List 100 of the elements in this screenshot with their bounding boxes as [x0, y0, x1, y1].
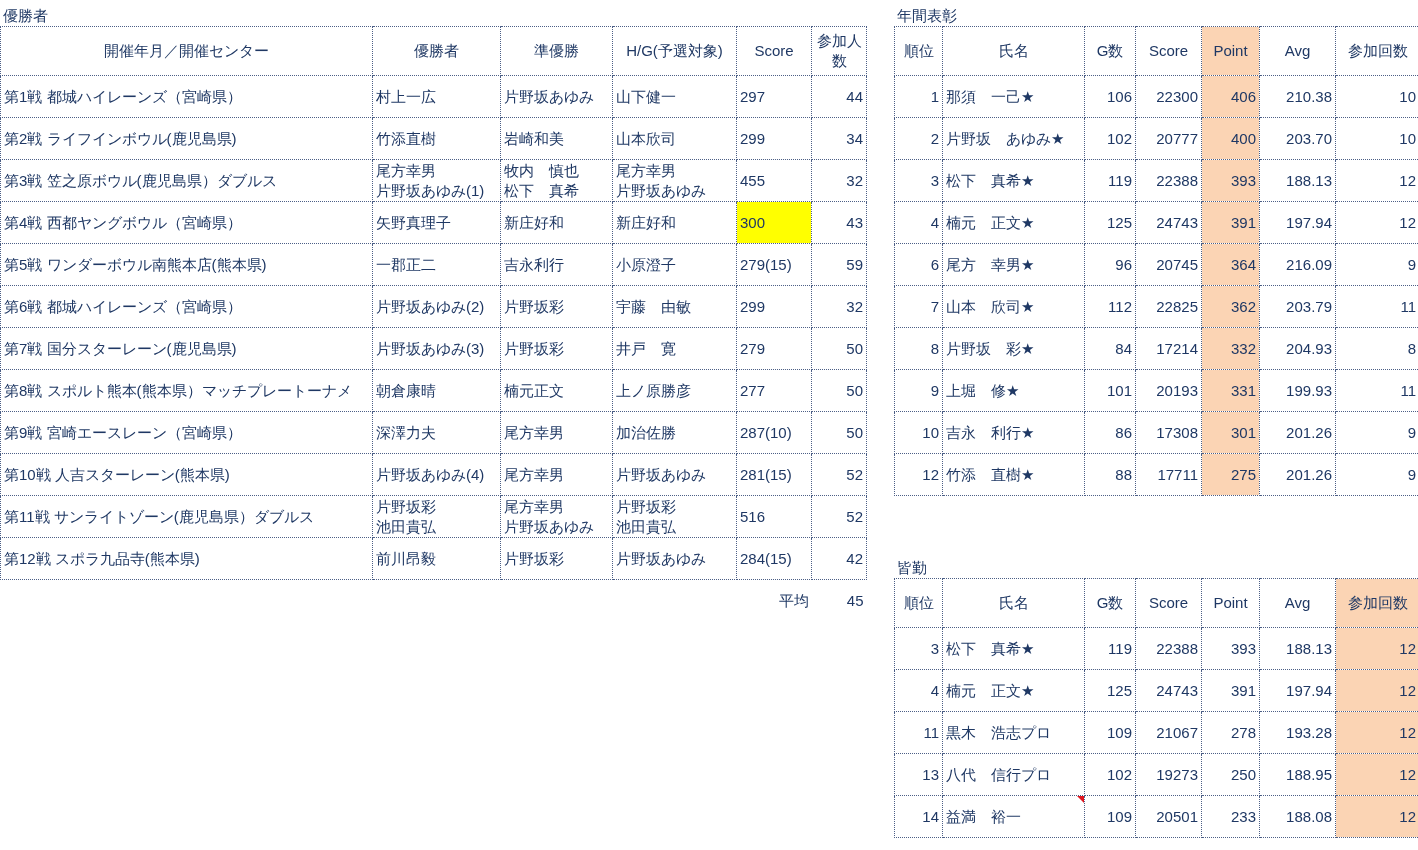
table-cell: 233: [1201, 795, 1260, 838]
table-cell: 22388: [1135, 159, 1202, 202]
table-cell: 第7戦 国分スターレーン(鹿児島県): [0, 327, 373, 370]
table-cell: 275: [1201, 453, 1260, 496]
table-cell-text: 片野坂あゆみ: [616, 180, 707, 201]
table-cell: 301: [1201, 411, 1260, 454]
table-cell: 上ノ原勝彦: [612, 369, 737, 412]
table-cell-text: 池田貴弘: [376, 516, 437, 537]
table-cell: 片野坂あゆみ(2): [372, 285, 501, 328]
table-cell: 96: [1084, 243, 1136, 286]
table-cell: 112: [1084, 285, 1136, 328]
section-title: 皆勤: [897, 559, 927, 578]
table-cell: 1: [894, 75, 943, 118]
table-cell: 益満 裕一: [942, 795, 1085, 838]
table-cell: 岩崎和美: [500, 117, 613, 160]
table-cell: 3: [894, 159, 943, 202]
table-cell: 9: [894, 369, 943, 412]
column-header: 参加回数: [1335, 578, 1418, 628]
table-cell: 278: [1201, 711, 1260, 754]
table-cell: 3: [894, 627, 943, 670]
table-cell: 281(15): [736, 453, 812, 496]
table-cell: 第6戦 都城ハイレーンズ（宮崎県）: [0, 285, 373, 328]
table-cell: 119: [1084, 627, 1136, 670]
table-cell: 12: [1335, 669, 1418, 712]
table-cell: 深澤力夫: [372, 411, 501, 454]
table-cell: 279(15): [736, 243, 812, 286]
table-cell: 上堀 修★: [942, 369, 1085, 412]
table-cell: 山本欣司: [612, 117, 737, 160]
table-cell: 第12戦 スポラ九品寺(熊本県): [0, 537, 373, 580]
table-cell: 300: [736, 201, 812, 244]
table-cell: 第2戦 ライフインボウル(鹿児島県): [0, 117, 373, 160]
table-cell-text: 片野坂彩: [616, 496, 677, 517]
table-cell: 50: [811, 411, 867, 454]
table-cell: 24743: [1135, 201, 1202, 244]
table-cell: 片野坂彩: [500, 285, 613, 328]
table-cell: 14: [894, 795, 943, 838]
table-cell-text: 片野坂あゆみ: [504, 516, 595, 537]
table-cell: 八代 信行プロ: [942, 753, 1085, 796]
section-title: 年間表彰: [897, 7, 957, 26]
table-cell: 279: [736, 327, 812, 370]
table-cell: 50: [811, 327, 867, 370]
table-cell: 188.95: [1259, 753, 1336, 796]
table-cell: 406: [1201, 75, 1260, 118]
table-cell: 125: [1084, 201, 1136, 244]
table-cell: 黒木 浩志プロ: [942, 711, 1085, 754]
table-cell: 119: [1084, 159, 1136, 202]
table-cell: 299: [736, 117, 812, 160]
table-cell: 197.94: [1259, 201, 1336, 244]
table-cell: 前川昂毅: [372, 537, 501, 580]
table-cell-text: 松下 真希: [504, 180, 580, 201]
table-cell: 102: [1084, 117, 1136, 160]
column-header: Point: [1201, 26, 1260, 76]
table-cell: 第1戦 都城ハイレーンズ（宮崎県）: [0, 75, 373, 118]
table-cell: 4: [894, 201, 943, 244]
table-cell: 19273: [1135, 753, 1202, 796]
column-header: 開催年月／開催センター: [0, 26, 373, 76]
table-cell: 332: [1201, 327, 1260, 370]
table-cell: 201.26: [1259, 411, 1336, 454]
table-cell: 204.93: [1259, 327, 1336, 370]
table-cell: 2: [894, 117, 943, 160]
table-cell: 22388: [1135, 627, 1202, 670]
section-title: 優勝者: [3, 7, 48, 26]
table-cell: 391: [1201, 201, 1260, 244]
table-cell: 17308: [1135, 411, 1202, 454]
table-cell: 84: [1084, 327, 1136, 370]
table-cell: 216.09: [1259, 243, 1336, 286]
table-cell: 20777: [1135, 117, 1202, 160]
table-cell: 52: [811, 453, 867, 496]
table-cell: 11: [894, 711, 943, 754]
table-cell: 第3戦 笠之原ボウル(鹿児島県）ダブルス: [0, 159, 373, 202]
table-cell: 第8戦 スポルト熊本(熊本県）マッチプレートーナメ: [0, 369, 373, 412]
table-cell: 125: [1084, 669, 1136, 712]
table-cell-text: 片野坂あゆみ(1): [376, 180, 486, 201]
table-cell: 250: [1201, 753, 1260, 796]
average-label: 平均: [778, 591, 809, 609]
table-cell: 197.94: [1259, 669, 1336, 712]
column-header: G数: [1084, 26, 1136, 76]
table-cell: 松下 真希★: [942, 627, 1085, 670]
table-cell: 59: [811, 243, 867, 286]
table-cell: 203.79: [1259, 285, 1336, 328]
column-header: 優勝者: [372, 26, 501, 76]
table-cell: 22300: [1135, 75, 1202, 118]
table-cell: 吉永 利行★: [942, 411, 1085, 454]
table-cell: 山下健一: [612, 75, 737, 118]
table-cell: 第9戦 宮崎エースレーン（宮崎県）: [0, 411, 373, 454]
column-header: 参加人数: [811, 26, 867, 76]
column-header: 順位: [894, 26, 943, 76]
table-cell: 391: [1201, 669, 1260, 712]
table-cell: 393: [1201, 159, 1260, 202]
table-cell: 188.08: [1259, 795, 1336, 838]
table-cell: 32: [811, 285, 867, 328]
table-cell: 竹添直樹: [372, 117, 501, 160]
average-value: 45: [846, 591, 864, 609]
column-header: H/G(予選対象): [612, 26, 737, 76]
table-cell: 22825: [1135, 285, 1202, 328]
table-cell: 101: [1084, 369, 1136, 412]
table-cell: 287(10): [736, 411, 812, 454]
column-header: Avg: [1259, 26, 1336, 76]
table-cell: 102: [1084, 753, 1136, 796]
table-cell: 32: [811, 159, 867, 202]
